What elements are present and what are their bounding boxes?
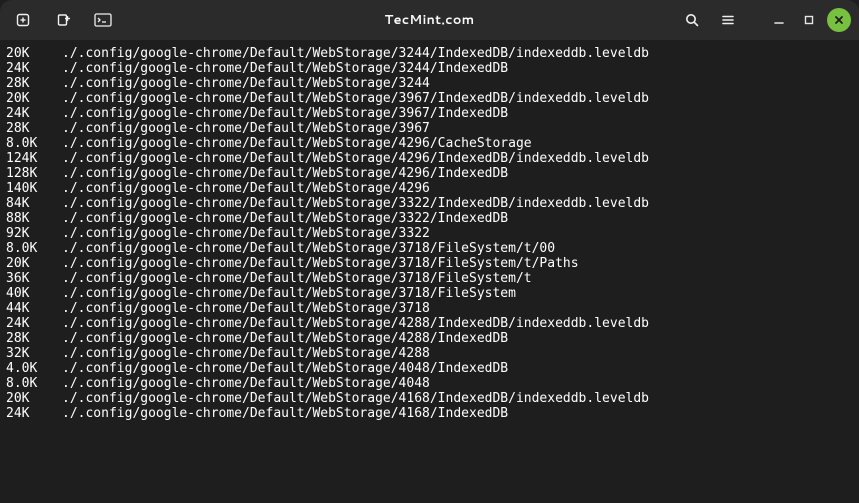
file-path: ./.config/google-chrome/Default/WebStora…	[62, 346, 430, 361]
terminal-prompt-button[interactable]	[88, 5, 118, 35]
file-path: ./.config/google-chrome/Default/WebStora…	[62, 76, 430, 91]
terminal-output[interactable]: 20K./.config/google-chrome/Default/WebSt…	[0, 40, 859, 503]
file-size: 8.0K	[6, 241, 62, 256]
file-path: ./.config/google-chrome/Default/WebStora…	[62, 361, 508, 376]
file-size: 24K	[6, 406, 62, 421]
output-line: 4.0K./.config/google-chrome/Default/WebS…	[6, 361, 853, 376]
file-size: 32K	[6, 346, 62, 361]
new-window-button[interactable]	[48, 5, 78, 35]
output-line: 24K./.config/google-chrome/Default/WebSt…	[6, 106, 853, 121]
output-line: 36K./.config/google-chrome/Default/WebSt…	[6, 271, 853, 286]
file-path: ./.config/google-chrome/Default/WebStora…	[62, 241, 555, 256]
file-path: ./.config/google-chrome/Default/WebStora…	[62, 271, 532, 286]
file-path: ./.config/google-chrome/Default/WebStora…	[62, 316, 649, 331]
file-size: 24K	[6, 106, 62, 121]
file-size: 24K	[6, 61, 62, 76]
minimize-icon	[772, 13, 786, 27]
file-size: 20K	[6, 46, 62, 61]
output-line: 24K./.config/google-chrome/Default/WebSt…	[6, 61, 853, 76]
file-size: 36K	[6, 271, 62, 286]
output-line: 28K./.config/google-chrome/Default/WebSt…	[6, 76, 853, 91]
file-path: ./.config/google-chrome/Default/WebStora…	[62, 61, 508, 76]
file-size: 20K	[6, 256, 62, 271]
file-path: ./.config/google-chrome/Default/WebStora…	[62, 121, 430, 136]
output-line: 8.0K./.config/google-chrome/Default/WebS…	[6, 376, 853, 391]
output-line: 28K./.config/google-chrome/Default/WebSt…	[6, 121, 853, 136]
file-size: 92K	[6, 226, 62, 241]
close-icon	[833, 14, 845, 26]
file-path: ./.config/google-chrome/Default/WebStora…	[62, 301, 430, 316]
output-line: 24K./.config/google-chrome/Default/WebSt…	[6, 316, 853, 331]
output-line: 20K./.config/google-chrome/Default/WebSt…	[6, 91, 853, 106]
output-line: 24K./.config/google-chrome/Default/WebSt…	[6, 406, 853, 421]
file-path: ./.config/google-chrome/Default/WebStora…	[62, 106, 508, 121]
file-size: 128K	[6, 166, 62, 181]
terminal-prompt-icon	[94, 13, 112, 27]
output-line: 40K./.config/google-chrome/Default/WebSt…	[6, 286, 853, 301]
maximize-icon	[802, 13, 816, 27]
output-line: 20K./.config/google-chrome/Default/WebSt…	[6, 391, 853, 406]
file-path: ./.config/google-chrome/Default/WebStora…	[62, 136, 532, 151]
file-path: ./.config/google-chrome/Default/WebStora…	[62, 211, 508, 226]
new-tab-icon	[15, 12, 31, 28]
file-size: 8.0K	[6, 376, 62, 391]
file-path: ./.config/google-chrome/Default/WebStora…	[62, 181, 430, 196]
output-line: 8.0K./.config/google-chrome/Default/WebS…	[6, 136, 853, 151]
titlebar-left-group	[8, 5, 118, 35]
output-line: 8.0K./.config/google-chrome/Default/WebS…	[6, 241, 853, 256]
file-path: ./.config/google-chrome/Default/WebStora…	[62, 376, 430, 391]
window-close-button[interactable]	[827, 8, 851, 32]
file-size: 20K	[6, 391, 62, 406]
new-tab-button[interactable]	[8, 5, 38, 35]
output-line: 84K./.config/google-chrome/Default/WebSt…	[6, 196, 853, 211]
output-line: 20K./.config/google-chrome/Default/WebSt…	[6, 46, 853, 61]
file-path: ./.config/google-chrome/Default/WebStora…	[62, 46, 649, 61]
output-line: 44K./.config/google-chrome/Default/WebSt…	[6, 301, 853, 316]
output-line: 92K./.config/google-chrome/Default/WebSt…	[6, 226, 853, 241]
file-size: 44K	[6, 301, 62, 316]
file-path: ./.config/google-chrome/Default/WebStora…	[62, 256, 579, 271]
file-size: 88K	[6, 211, 62, 226]
file-size: 28K	[6, 121, 62, 136]
file-size: 24K	[6, 316, 62, 331]
file-size: 140K	[6, 181, 62, 196]
file-size: 20K	[6, 91, 62, 106]
file-path: ./.config/google-chrome/Default/WebStora…	[62, 151, 649, 166]
file-path: ./.config/google-chrome/Default/WebStora…	[62, 196, 649, 211]
file-size: 84K	[6, 196, 62, 211]
window-title: TecMint.com	[385, 11, 475, 29]
output-line: 28K./.config/google-chrome/Default/WebSt…	[6, 331, 853, 346]
menu-button[interactable]	[713, 5, 743, 35]
output-line: 32K./.config/google-chrome/Default/WebSt…	[6, 346, 853, 361]
window-maximize-button[interactable]	[797, 8, 821, 32]
output-line: 124K./.config/google-chrome/Default/WebS…	[6, 151, 853, 166]
hamburger-icon	[720, 12, 736, 28]
search-icon	[684, 12, 700, 28]
titlebar: TecMint.com	[0, 0, 859, 40]
file-path: ./.config/google-chrome/Default/WebStora…	[62, 166, 508, 181]
output-line: 128K./.config/google-chrome/Default/WebS…	[6, 166, 853, 181]
output-line: 140K./.config/google-chrome/Default/WebS…	[6, 181, 853, 196]
file-path: ./.config/google-chrome/Default/WebStora…	[62, 406, 508, 421]
output-line: 20K./.config/google-chrome/Default/WebSt…	[6, 256, 853, 271]
window-minimize-button[interactable]	[767, 8, 791, 32]
file-size: 28K	[6, 331, 62, 346]
file-size: 40K	[6, 286, 62, 301]
file-path: ./.config/google-chrome/Default/WebStora…	[62, 286, 516, 301]
file-path: ./.config/google-chrome/Default/WebStora…	[62, 391, 649, 406]
file-size: 28K	[6, 76, 62, 91]
file-path: ./.config/google-chrome/Default/WebStora…	[62, 91, 649, 106]
output-line: 88K./.config/google-chrome/Default/WebSt…	[6, 211, 853, 226]
file-path: ./.config/google-chrome/Default/WebStora…	[62, 226, 430, 241]
new-window-icon	[55, 12, 71, 28]
file-path: ./.config/google-chrome/Default/WebStora…	[62, 331, 508, 346]
titlebar-right-group	[677, 5, 851, 35]
file-size: 124K	[6, 151, 62, 166]
file-size: 8.0K	[6, 136, 62, 151]
search-button[interactable]	[677, 5, 707, 35]
file-size: 4.0K	[6, 361, 62, 376]
